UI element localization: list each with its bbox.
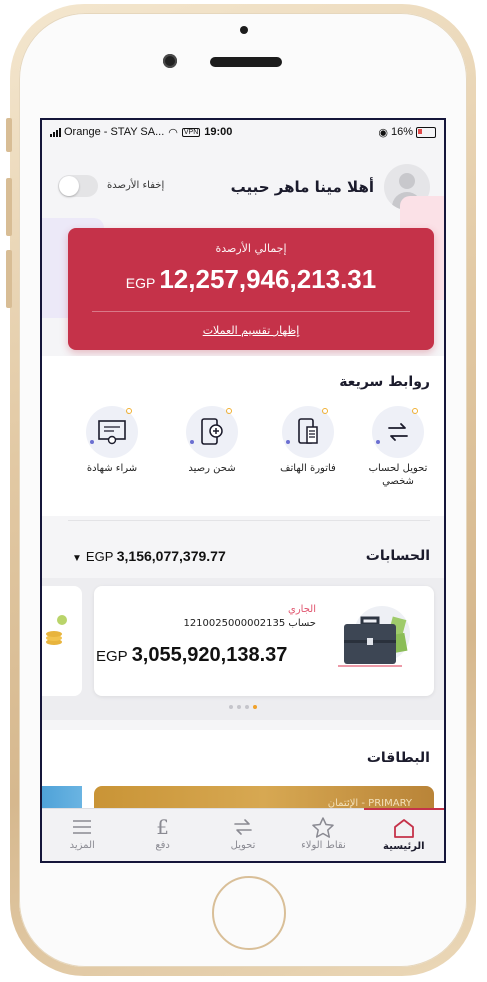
tab-label: نقاط الولاء: [301, 840, 346, 851]
pagination-dot-active[interactable]: [253, 705, 257, 709]
menu-icon: [69, 815, 95, 839]
quick-link-transfer[interactable]: تحويل لحساب شخصي: [358, 406, 438, 488]
tab-label: دفع: [155, 840, 170, 851]
tab-more[interactable]: المزيد: [42, 809, 122, 861]
account-balance: EGP 3,055,920,138.37: [96, 644, 287, 667]
tab-pay[interactable]: £ دفع: [122, 809, 202, 861]
quick-link-topup[interactable]: شحن رصيد: [172, 406, 252, 475]
account-type: الجاري: [288, 604, 316, 615]
briefcase-icon: [338, 606, 410, 667]
tab-label: الرئيسية: [383, 841, 425, 852]
total-balance-value: 12,257,946,213.31: [159, 264, 377, 294]
phone-topup-icon: [186, 406, 238, 458]
home-button[interactable]: [212, 876, 286, 950]
quick-link-certificate[interactable]: شراء شهادة: [72, 406, 152, 475]
status-bar: Orange - STAY SA... ◠ VPN 19:00 ◉ 16%: [42, 120, 444, 144]
accounts-header: الحسابات ▼ EGP 3,156,077,379.77: [42, 536, 444, 576]
transfer-icon: [372, 406, 424, 458]
balance-divider: [92, 311, 410, 312]
total-balance-card: إجمالي الأرصدة EGP 12,257,946,213.31 إظها…: [68, 228, 434, 350]
quick-link-label: فاتورة الهاتف: [280, 463, 336, 474]
quick-link-label: تحويل لحساب شخصي: [368, 463, 428, 487]
volume-down-button: [6, 250, 12, 308]
battery-icon: [416, 126, 436, 138]
account-card[interactable]: الجاري حساب 1210025000002135 EGP 3,055,92…: [94, 586, 434, 696]
pagination-dot[interactable]: [245, 705, 249, 709]
tab-label: المزيد: [69, 840, 95, 851]
phone-bill-icon: [282, 406, 334, 458]
section-divider: [68, 520, 430, 521]
accounts-title: الحسابات: [365, 548, 430, 564]
total-balance-currency: EGP: [125, 275, 156, 291]
account-amount: 3,055,920,138.37: [131, 644, 288, 666]
hide-balances-label: إخفاء الأرصدة: [107, 180, 165, 191]
wifi-icon: ◠: [168, 126, 178, 139]
caret-down-icon: ▼: [72, 553, 82, 564]
tab-home[interactable]: الرئيسية: [363, 808, 444, 861]
mute-switch: [6, 118, 12, 152]
quick-links-title: روابط سريعة: [339, 374, 430, 390]
clock: 19:00: [204, 126, 233, 138]
account-card-prev[interactable]: [42, 586, 82, 696]
accounts-total-currency: EGP: [85, 549, 114, 564]
account-currency: EGP: [96, 648, 128, 665]
alarm-icon: ◉: [378, 126, 388, 139]
vpn-badge: VPN: [181, 127, 201, 137]
accounts-total[interactable]: ▼ EGP 3,156,077,379.77: [72, 548, 226, 564]
earpiece-speaker: [210, 57, 282, 67]
transfer-icon: [230, 815, 256, 839]
tab-label: تحويل: [230, 840, 256, 851]
cards-title: البطاقات: [366, 750, 430, 766]
front-camera: [163, 54, 177, 68]
carrier-name: Orange - STAY SA...: [64, 126, 165, 138]
hide-balances-toggle[interactable]: [58, 175, 98, 197]
account-number: حساب 1210025000002135: [183, 618, 316, 629]
pagination-dot[interactable]: [229, 705, 233, 709]
accounts-total-amount: 3,156,077,379.77: [116, 548, 226, 564]
bottom-tab-bar: المزيد £ دفع تحويل نقاط الولاء الرئيسية: [42, 808, 444, 861]
tab-loyalty[interactable]: نقاط الولاء: [283, 809, 363, 861]
app-header: أهلا مينا ماهر حبيب إخفاء الأرصدة: [42, 160, 444, 220]
battery-percent: 16%: [390, 126, 413, 138]
proximity-sensor: [240, 26, 248, 34]
quick-link-label: شحن رصيد: [188, 463, 236, 474]
app-screen: Orange - STAY SA... ◠ VPN 19:00 ◉ 16% أه…: [40, 118, 446, 863]
tab-transfer[interactable]: تحويل: [203, 809, 283, 861]
quick-link-phone-bill[interactable]: فاتورة الهاتف: [268, 406, 348, 475]
coins-icon: [46, 615, 67, 645]
carousel-pagination: [42, 705, 444, 709]
show-currency-breakdown-link[interactable]: إظهار تقسيم العملات: [68, 324, 434, 337]
quick-link-label: شراء شهادة: [86, 463, 138, 474]
volume-up-button: [6, 178, 12, 236]
greeting-text: أهلا مينا ماهر حبيب: [230, 178, 374, 196]
star-icon: [310, 815, 336, 839]
total-balance-amount: EGP 12,257,946,213.31: [68, 264, 434, 295]
signal-icon: [50, 127, 61, 137]
home-icon: [391, 816, 417, 840]
pagination-dot[interactable]: [237, 705, 241, 709]
total-balance-label: إجمالي الأرصدة: [215, 242, 287, 255]
quick-links-section: روابط سريعة تحويل لحساب شخصي فاتورة الها…: [42, 356, 444, 516]
certificate-icon: [86, 406, 138, 458]
pound-icon: £: [156, 815, 169, 839]
